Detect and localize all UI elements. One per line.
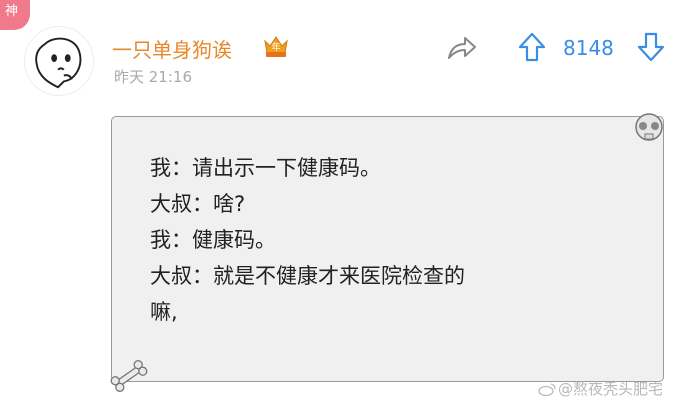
bone-icon xyxy=(110,360,148,392)
watermark-text: @熬夜秃头肥宅 xyxy=(558,380,664,398)
comment-line: 我：请出示一下健康码。 xyxy=(150,156,381,180)
username[interactable]: 一只单身狗诶 xyxy=(112,34,232,63)
downvote-arrow-icon[interactable] xyxy=(636,31,666,63)
comment-line: 嘛, xyxy=(150,300,178,324)
comment-line: 大叔：就是不健康才来医院检查的 xyxy=(150,264,465,288)
weibo-watermark: @熬夜秃头肥宅 xyxy=(538,378,663,399)
comment-line: 大叔：啥? xyxy=(150,192,246,216)
skull-icon xyxy=(635,113,663,141)
god-comment-badge: 神 xyxy=(0,0,30,30)
user-avatar[interactable] xyxy=(24,26,94,96)
vote-count: 8148 xyxy=(563,36,614,60)
upvote-arrow-icon[interactable] xyxy=(517,31,547,63)
weibo-logo-icon xyxy=(538,383,556,396)
comment-text: 我：请出示一下健康码。 大叔：啥? 我：健康码。 大叔：就是不健康才来医院检查的… xyxy=(150,150,465,330)
god-badge-label: 神 xyxy=(5,4,19,19)
share-icon[interactable] xyxy=(445,34,477,62)
post-timestamp: 昨天 21:16 xyxy=(114,68,192,86)
vip-badge-text: 年 xyxy=(271,41,280,53)
vip-crown-icon: 年 xyxy=(264,36,288,57)
comment-line: 我：健康码。 xyxy=(150,228,276,252)
